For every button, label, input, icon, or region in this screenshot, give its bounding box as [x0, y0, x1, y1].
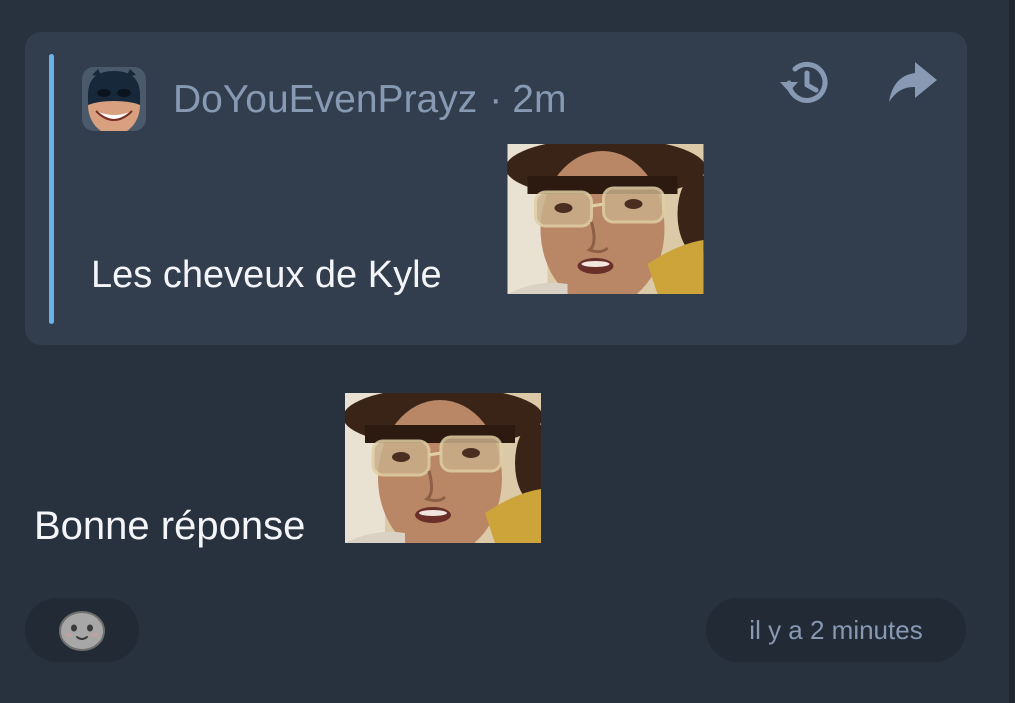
window-edge — [1009, 0, 1015, 703]
quoted-message-text: Les cheveux de Kyle — [91, 254, 442, 296]
history-icon[interactable] — [775, 56, 835, 110]
author-name[interactable]: DoYouEvenPrayz — [173, 78, 477, 121]
surprised-man-glasses-emote-icon[interactable] — [507, 144, 704, 294]
add-reaction-button[interactable] — [25, 598, 139, 662]
message-timestamp: il y a 2 minutes — [706, 598, 966, 662]
author-line: DoYouEvenPrayz · 2m — [173, 78, 566, 122]
surprised-man-glasses-emote-icon[interactable] — [345, 393, 541, 543]
masked-face-avatar-icon[interactable] — [82, 67, 146, 131]
smiley-icon — [59, 611, 105, 651]
forward-arrow-icon[interactable] — [885, 58, 941, 108]
author-separator: · — [489, 78, 503, 121]
quote-accent-bar — [49, 54, 54, 324]
message-age: 2m — [512, 78, 567, 121]
message-text: Bonne réponse — [34, 504, 306, 548]
quoted-message-card[interactable]: DoYouEvenPrayz · 2m Les cheveux de Kyle — [25, 32, 967, 345]
